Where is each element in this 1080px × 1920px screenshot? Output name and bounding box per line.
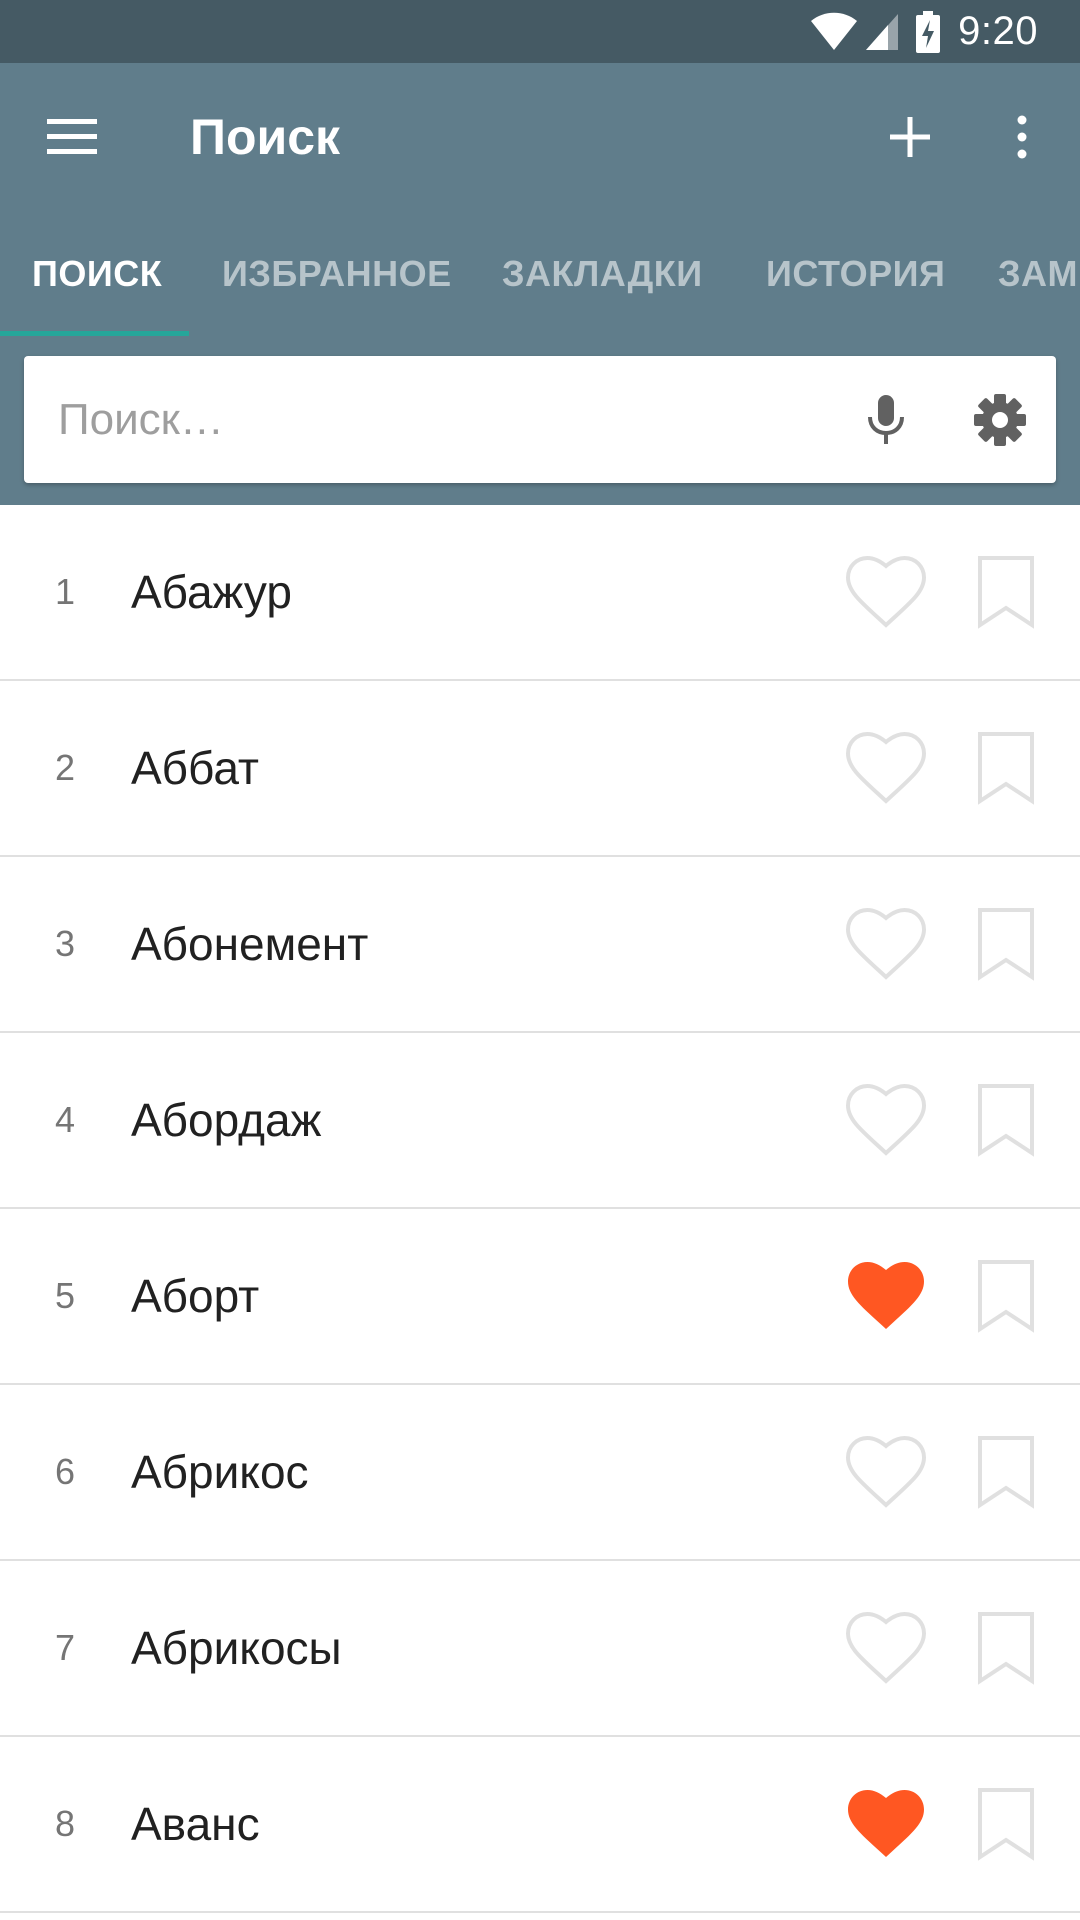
favorite-button[interactable]	[838, 548, 934, 636]
favorite-button[interactable]	[838, 900, 934, 988]
battery-charging-icon	[916, 10, 941, 53]
bookmark-button[interactable]	[966, 1428, 1046, 1516]
plus-icon	[890, 117, 930, 157]
word-list: 1 Абажур 2 Аббат 3 Абонемент 4 Абордаж 5…	[0, 505, 1080, 1913]
list-item[interactable]: 8 Аванс	[0, 1737, 1080, 1913]
app-bar: Поиск	[0, 63, 1080, 211]
favorite-button[interactable]	[838, 1780, 934, 1868]
favorite-button[interactable]	[838, 1604, 934, 1692]
search-bar	[24, 356, 1056, 483]
tab-favorites[interactable]: ИЗБРАННОЕ	[222, 211, 452, 336]
word-number: 4	[54, 1099, 76, 1140]
cell-signal-icon	[864, 12, 900, 52]
favorite-button[interactable]	[838, 1428, 934, 1516]
list-item[interactable]: 7 Абрикосы	[0, 1561, 1080, 1737]
wifi-icon	[810, 12, 858, 52]
tab-history[interactable]: ИСТОРИЯ	[766, 211, 945, 336]
bookmark-icon	[977, 555, 1035, 629]
bookmark-button[interactable]	[966, 1076, 1046, 1164]
search-input[interactable]	[56, 356, 836, 483]
heart-icon	[845, 1083, 927, 1157]
favorite-button[interactable]	[838, 1076, 934, 1164]
word-number: 5	[54, 1275, 76, 1316]
list-item[interactable]: 5 Аборт	[0, 1209, 1080, 1385]
heart-icon	[845, 1787, 927, 1861]
heart-icon	[845, 1435, 927, 1509]
page-title: Поиск	[190, 109, 341, 165]
word-number: 8	[54, 1803, 76, 1844]
bookmark-icon	[977, 1083, 1035, 1157]
heart-icon	[845, 907, 927, 981]
search-settings-button[interactable]	[964, 384, 1036, 456]
status-icons: 9:20	[810, 0, 1038, 63]
heart-icon	[845, 555, 927, 629]
word-number: 1	[54, 571, 76, 612]
more-options-button[interactable]	[986, 101, 1058, 173]
bookmark-icon	[977, 1611, 1035, 1685]
heart-icon	[845, 731, 927, 805]
tab-notes[interactable]: ЗАМ	[998, 211, 1078, 336]
list-item[interactable]: 4 Абордаж	[0, 1033, 1080, 1209]
word-label: Аббат	[131, 742, 259, 794]
word-label: Абажур	[131, 566, 292, 618]
heart-icon	[845, 1259, 927, 1333]
word-label: Абордаж	[131, 1094, 322, 1146]
word-label: Аванс	[131, 1798, 260, 1850]
more-vert-icon	[1016, 115, 1028, 159]
list-item[interactable]: 2 Аббат	[0, 681, 1080, 857]
favorite-button[interactable]	[838, 724, 934, 812]
bookmark-button[interactable]	[966, 548, 1046, 636]
tab-bookmarks[interactable]: ЗАКЛАДКИ	[502, 211, 703, 336]
bookmark-button[interactable]	[966, 1604, 1046, 1692]
bookmark-button[interactable]	[966, 1252, 1046, 1340]
bookmark-icon	[977, 731, 1035, 805]
word-number: 7	[54, 1627, 76, 1668]
bookmark-button[interactable]	[966, 1780, 1046, 1868]
bookmark-button[interactable]	[966, 900, 1046, 988]
search-area	[0, 336, 1080, 505]
favorite-button[interactable]	[838, 1252, 934, 1340]
word-label: Абрикос	[131, 1446, 309, 1498]
bookmark-icon	[977, 1787, 1035, 1861]
gear-icon	[973, 393, 1027, 447]
word-number: 2	[54, 747, 76, 788]
heart-icon	[845, 1611, 927, 1685]
bookmark-icon	[977, 1435, 1035, 1509]
list-item[interactable]: 1 Абажур	[0, 505, 1080, 681]
word-label: Абонемент	[131, 918, 369, 970]
bookmark-icon	[977, 1259, 1035, 1333]
mic-icon	[866, 395, 906, 445]
menu-button[interactable]	[36, 101, 108, 173]
word-number: 6	[54, 1451, 76, 1492]
word-label: Абрикосы	[131, 1622, 342, 1674]
status-time: 9:20	[958, 9, 1038, 53]
status-bar: 9:20	[0, 0, 1080, 63]
bookmark-button[interactable]	[966, 724, 1046, 812]
voice-search-button[interactable]	[850, 384, 922, 456]
word-number: 3	[54, 923, 76, 964]
bookmark-icon	[977, 907, 1035, 981]
list-item[interactable]: 3 Абонемент	[0, 857, 1080, 1033]
tab-bar: ПОИСК ИЗБРАННОЕ ЗАКЛАДКИ ИСТОРИЯ ЗАМ	[0, 211, 1080, 336]
tab-search[interactable]: ПОИСК	[32, 211, 162, 336]
list-item[interactable]: 6 Абрикос	[0, 1385, 1080, 1561]
add-button[interactable]	[874, 101, 946, 173]
word-label: Аборт	[131, 1270, 260, 1322]
menu-icon	[47, 119, 97, 155]
